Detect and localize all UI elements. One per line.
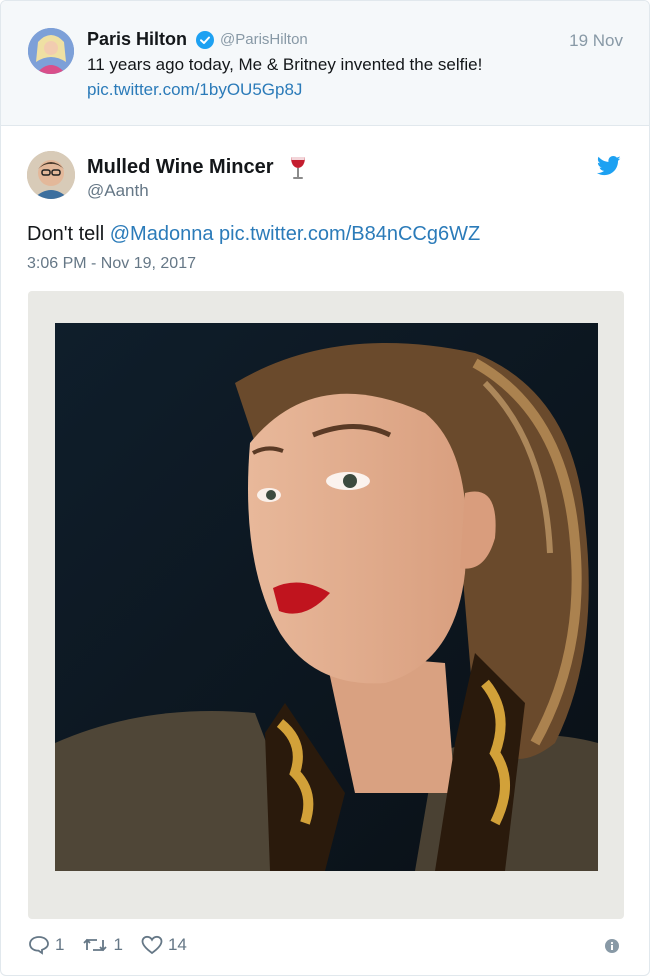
embedded-tweet-card: Paris Hilton @ParisHilton 19 Nov 11 year… [0, 0, 650, 976]
author-display-name[interactable]: Mulled Wine Mincer [87, 156, 274, 179]
polaroid-image [55, 323, 598, 871]
quoted-tweet[interactable]: Paris Hilton @ParisHilton 19 Nov 11 year… [1, 1, 649, 126]
quoted-display-name[interactable]: Paris Hilton [87, 29, 187, 50]
verified-badge-icon [196, 31, 214, 49]
tweet-timestamp[interactable]: 3:06 PM - Nov 19, 2017 [27, 255, 196, 273]
reply-action[interactable]: 1 [28, 935, 64, 955]
info-icon[interactable] [605, 939, 619, 958]
like-count: 14 [167, 935, 187, 954]
tweet-photo[interactable] [28, 291, 624, 919]
reply-count: 1 [55, 935, 65, 954]
retweet-action[interactable]: 1 [82, 935, 123, 955]
pic-link[interactable]: pic.twitter.com/B84nCCg6WZ [219, 223, 480, 245]
author-avatar[interactable] [27, 151, 75, 199]
tweet-text-prefix: Don't tell [27, 223, 105, 245]
wine-glass-icon [288, 155, 308, 186]
tweet-actions: 1 1 14 [28, 933, 205, 957]
author-handle[interactable]: @Aanth [87, 181, 149, 201]
like-action[interactable]: 14 [141, 935, 187, 955]
retweet-icon [83, 938, 108, 952]
quoted-avatar[interactable] [28, 28, 74, 74]
twitter-bird-icon[interactable] [596, 156, 621, 181]
quoted-date[interactable]: 19 Nov [569, 31, 623, 51]
retweet-count: 1 [113, 935, 123, 954]
reply-icon [29, 936, 49, 955]
quoted-text: 11 years ago today, Me & Britney invente… [87, 55, 483, 74]
quoted-pic-link[interactable]: pic.twitter.com/1byOU5Gp8J [87, 80, 302, 100]
heart-icon [141, 935, 163, 955]
tweet-text: Don't tell @Madonna pic.twitter.com/B84n… [27, 223, 480, 246]
quoted-handle[interactable]: @ParisHilton [220, 31, 308, 48]
mention-link[interactable]: @Madonna [110, 223, 214, 245]
